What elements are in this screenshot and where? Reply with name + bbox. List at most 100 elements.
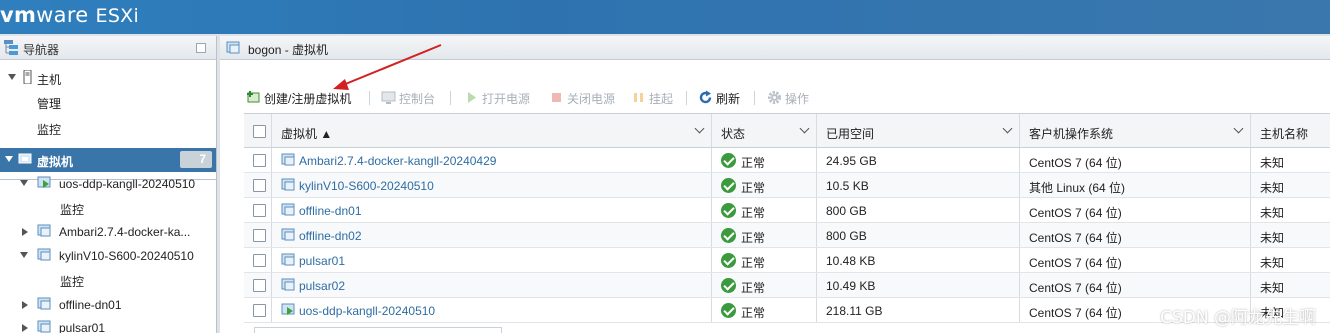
table-row[interactable]: offline-dn01 正常 800 GB CentOS 7 (64 位) 未知	[244, 198, 1330, 223]
refresh-label: 刷新	[716, 92, 741, 106]
nav-host[interactable]: 主机	[0, 66, 216, 90]
suspend-button[interactable]: 挂起	[631, 88, 681, 108]
vm-name-link[interactable]: pulsar02	[299, 279, 345, 293]
nav-vms[interactable]: 虚拟机 7	[0, 148, 216, 172]
expand-vms-toggle[interactable]	[5, 156, 13, 162]
vm-table: 虚拟机 ▲ 状态 已用空间 客户机操作系统 主机名称 Ambari2.7.4-d…	[244, 113, 1330, 323]
table-row[interactable]: Ambari2.7.4-docker-kangll-20240429 正常 24.9…	[244, 148, 1330, 173]
vm-icon	[37, 297, 51, 310]
row-select-cell	[244, 198, 272, 222]
status-text: 正常	[741, 306, 766, 320]
brand-vm: vm	[0, 3, 37, 27]
vm-icon	[281, 228, 295, 241]
nav-vm-monitor[interactable]: 监控	[0, 268, 216, 292]
expand-vm-toggle[interactable]	[20, 180, 28, 186]
column-header-guest-os[interactable]: 客户机操作系统	[1020, 114, 1251, 147]
actions-button[interactable]: 操作	[767, 88, 817, 108]
power-off-button[interactable]: 关闭电源	[549, 88, 621, 108]
vm-name-cell: offline-dn01	[272, 198, 712, 222]
vmware-esxi-logo: vmware ESXi	[0, 3, 139, 27]
column-header-used-space[interactable]: 已用空间	[817, 114, 1020, 147]
vm-name-link[interactable]: offline-dn02	[299, 229, 362, 243]
collapse-navigator-button[interactable]	[196, 43, 206, 53]
column-label: 状态	[721, 127, 746, 141]
column-label: 已用空间	[826, 127, 875, 141]
nav-host-monitor[interactable]: 监控	[0, 116, 216, 140]
vms-icon	[226, 41, 240, 54]
nav-vm-item[interactable]: pulsar01	[0, 316, 216, 333]
expand-vm-toggle[interactable]	[22, 324, 28, 332]
expand-vm-toggle[interactable]	[22, 228, 28, 236]
used-space-cell: 800 GB	[817, 223, 1020, 247]
status-cell: 正常	[712, 273, 817, 297]
used-space-cell: 10.48 KB	[817, 248, 1020, 272]
chevron-down-icon[interactable]	[1002, 123, 1013, 134]
nav-host-monitor-label: 监控	[37, 123, 62, 137]
vm-count-badge: 7	[180, 151, 212, 168]
check-circle-icon	[721, 153, 736, 168]
expand-host-toggle[interactable]	[8, 74, 16, 80]
row-checkbox[interactable]	[253, 154, 266, 167]
nav-vm-item[interactable]: Ambari2.7.4-docker-ka...	[0, 220, 216, 244]
nav-vm-monitor[interactable]: 监控	[0, 196, 216, 220]
guest-os-cell: CentOS 7 (64 位)	[1020, 198, 1251, 222]
vm-name-link[interactable]: pulsar01	[299, 254, 345, 268]
nav-host-manage[interactable]: 管理	[0, 90, 216, 114]
status-text: 正常	[741, 156, 766, 170]
toolbar-divider	[450, 91, 451, 105]
vm-icon	[37, 224, 51, 237]
row-checkbox[interactable]	[253, 179, 266, 192]
column-label: 虚拟机 ▲	[281, 127, 333, 141]
chevron-down-icon[interactable]	[694, 123, 705, 134]
row-checkbox[interactable]	[253, 279, 266, 292]
status-cell: 正常	[712, 148, 817, 172]
table-header: 虚拟机 ▲ 状态 已用空间 客户机操作系统 主机名称	[244, 114, 1330, 148]
row-select-cell	[244, 173, 272, 197]
select-all-checkbox[interactable]	[253, 125, 266, 138]
refresh-button[interactable]: 刷新	[698, 88, 748, 108]
vm-name-link[interactable]: Ambari2.7.4-docker-kangll-20240429	[299, 154, 496, 168]
power-off-label: 关闭电源	[567, 92, 616, 106]
nav-vm-item[interactable]: uos-ddp-kangll-20240510	[0, 172, 216, 196]
used-space-text: 10.5 KB	[826, 179, 869, 193]
table-row[interactable]: offline-dn02 正常 800 GB CentOS 7 (64 位) 未知	[244, 223, 1330, 248]
nav-vm-label: kylinV10-S600-20240510	[59, 249, 194, 263]
nav-vm-item[interactable]: offline-dn01	[0, 293, 216, 317]
navigator-title: 导航器	[23, 43, 60, 57]
row-checkbox[interactable]	[253, 304, 266, 317]
table-row[interactable]: pulsar01 正常 10.48 KB CentOS 7 (64 位) 未知	[244, 248, 1330, 273]
table-row[interactable]: pulsar02 正常 10.49 KB CentOS 7 (64 位) 未知	[244, 273, 1330, 298]
expand-vm-toggle[interactable]	[20, 252, 28, 258]
column-header-vm[interactable]: 虚拟机 ▲	[272, 114, 712, 147]
navigator-header: 导航器	[0, 36, 216, 60]
vm-name-link[interactable]: kylinV10-S600-20240510	[299, 179, 434, 193]
guest-os-text: CentOS 7 (64 位)	[1029, 156, 1122, 170]
column-header-hostname[interactable]: 主机名称	[1251, 114, 1330, 147]
expand-vm-toggle[interactable]	[22, 301, 28, 309]
column-label: 主机名称	[1260, 127, 1309, 141]
row-checkbox[interactable]	[253, 229, 266, 242]
vm-name-link[interactable]: uos-ddp-kangll-20240510	[299, 304, 435, 318]
table-row[interactable]: kylinV10-S600-20240510 正常 10.5 KB 其他 Linux …	[244, 173, 1330, 198]
status-text: 正常	[741, 281, 766, 295]
row-checkbox[interactable]	[253, 204, 266, 217]
toolbar-divider	[686, 91, 687, 105]
horizontal-scrollbar[interactable]	[254, 327, 502, 333]
chevron-down-icon[interactable]	[1233, 123, 1244, 134]
used-space-cell: 10.5 KB	[817, 173, 1020, 197]
actions-label: 操作	[785, 92, 810, 106]
console-button[interactable]: 控制台	[381, 88, 441, 108]
navigator-panel: 导航器 主机 管理 监控 虚拟机 7 uos-ddp-kangll-202405…	[0, 36, 217, 333]
used-space-cell: 10.49 KB	[817, 273, 1020, 297]
guest-os-text: CentOS 7 (64 位)	[1029, 306, 1122, 320]
create-vm-label: 创建/注册虚拟机	[264, 92, 352, 106]
row-checkbox[interactable]	[253, 254, 266, 267]
nav-vm-item[interactable]: kylinV10-S600-20240510	[0, 244, 216, 268]
chevron-down-icon[interactable]	[799, 123, 810, 134]
power-on-button[interactable]: 打开电源	[464, 88, 536, 108]
guest-os-cell: CentOS 7 (64 位)	[1020, 148, 1251, 172]
vm-name-link[interactable]: offline-dn01	[299, 204, 362, 218]
hostname-cell: 未知	[1251, 198, 1330, 222]
create-register-vm-button[interactable]: 创建/注册虚拟机	[246, 88, 361, 108]
column-header-status[interactable]: 状态	[712, 114, 817, 147]
